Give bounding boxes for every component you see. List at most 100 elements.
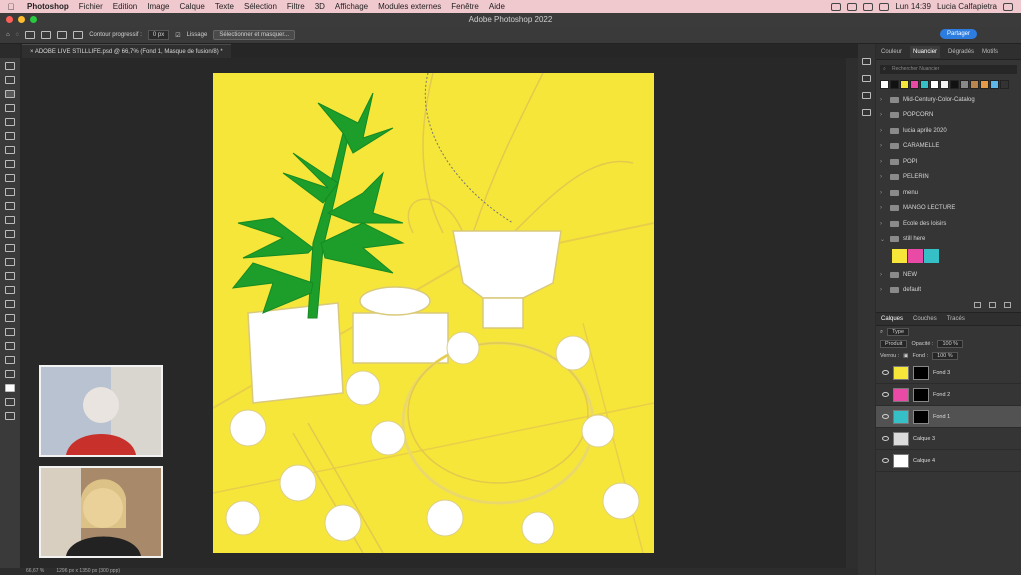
layer-mask-thumbnail[interactable] bbox=[913, 409, 929, 424]
apple-icon[interactable]:  bbox=[0, 2, 22, 12]
swatch-folder[interactable]: › default bbox=[880, 283, 1021, 299]
layer-row[interactable]: Calque 4 bbox=[876, 450, 1021, 472]
eyedropper-tool-icon[interactable] bbox=[5, 146, 15, 154]
history-brush-tool-icon[interactable] bbox=[5, 202, 15, 210]
blend-mode-select[interactable]: Produit bbox=[880, 340, 908, 348]
blur-tool-icon[interactable] bbox=[5, 244, 15, 252]
color-swatch[interactable] bbox=[990, 80, 999, 89]
vertical-scrollbar[interactable] bbox=[846, 58, 858, 568]
color-swatch[interactable] bbox=[908, 249, 923, 263]
layer-filter-select[interactable]: Type bbox=[887, 328, 910, 336]
lasso-tool-icon[interactable]: ◌ bbox=[16, 32, 20, 38]
comments-panel-icon[interactable] bbox=[862, 75, 871, 82]
new-selection-icon[interactable] bbox=[25, 31, 36, 39]
menu-calque[interactable]: Calque bbox=[175, 2, 210, 11]
brush-panel-icon[interactable] bbox=[862, 92, 871, 99]
quick-select-tool-icon[interactable] bbox=[5, 104, 15, 112]
visibility-eye-icon[interactable] bbox=[882, 370, 889, 375]
share-button[interactable]: Partager bbox=[939, 29, 977, 39]
feather-input[interactable]: 0 px bbox=[147, 30, 170, 40]
swatch-folder[interactable]: › menu bbox=[880, 185, 1021, 201]
layer-thumbnail[interactable] bbox=[893, 409, 909, 424]
layer-thumbnail[interactable] bbox=[893, 365, 909, 380]
tab-couches[interactable]: Couches bbox=[913, 316, 937, 322]
tab-nuancier[interactable]: Nuancier bbox=[910, 45, 941, 58]
search-menubar-icon[interactable] bbox=[879, 2, 890, 11]
menu-3d[interactable]: 3D bbox=[310, 2, 330, 11]
layer-row[interactable]: Fond 3 bbox=[876, 362, 1021, 384]
fill-input[interactable]: 100 % bbox=[932, 352, 958, 360]
new-group-icon[interactable] bbox=[974, 302, 981, 308]
adjustments-panel-icon[interactable] bbox=[862, 109, 871, 116]
frame-tool-icon[interactable] bbox=[5, 132, 15, 140]
tab-couleur[interactable]: Couleur bbox=[881, 49, 902, 55]
layer-mask-thumbnail[interactable] bbox=[913, 387, 929, 402]
menu-aide[interactable]: Aide bbox=[484, 2, 510, 11]
swatch-folder[interactable]: › POPCORN bbox=[880, 108, 1021, 124]
brush-tool-icon[interactable] bbox=[5, 174, 15, 182]
home-icon[interactable]: ⌂ bbox=[6, 32, 10, 38]
zoom-level[interactable]: 66,67 % bbox=[26, 568, 44, 575]
color-swatch[interactable] bbox=[892, 249, 907, 263]
opacity-input[interactable]: 100 % bbox=[937, 340, 964, 348]
artwork-canvas[interactable] bbox=[212, 72, 655, 554]
menu-texte[interactable]: Texte bbox=[210, 2, 239, 11]
history-panel-icon[interactable] bbox=[862, 58, 871, 65]
shape-tool-icon[interactable] bbox=[5, 314, 15, 322]
quick-mask-icon[interactable] bbox=[5, 398, 15, 406]
swatch-folder[interactable]: › Ecole des loisirs bbox=[880, 216, 1021, 232]
hand-tool-icon[interactable] bbox=[5, 328, 15, 336]
color-swatch[interactable] bbox=[924, 249, 939, 263]
swatches-search-input[interactable]: ⌕ Rechercher Nuancier bbox=[880, 65, 1017, 74]
swatch-folder[interactable]: › Mid-Century-Color-Catalog bbox=[880, 92, 1021, 108]
menu-fenetre[interactable]: Fenêtre bbox=[446, 2, 484, 11]
document-tab[interactable]: × ADOBE LIVE STILLLIFE.psd @ 66,7% (Fond… bbox=[22, 44, 231, 58]
close-window-button[interactable] bbox=[6, 16, 13, 23]
layer-row[interactable]: Fond 2 bbox=[876, 384, 1021, 406]
crop-tool-icon[interactable] bbox=[5, 118, 15, 126]
minimize-window-button[interactable] bbox=[18, 16, 25, 23]
menubar-clock[interactable]: Lun 14:39 bbox=[895, 2, 931, 11]
layer-thumbnail[interactable] bbox=[893, 387, 909, 402]
menu-filtre[interactable]: Filtre bbox=[282, 2, 310, 11]
tab-degrades[interactable]: Dégradés bbox=[948, 49, 974, 55]
new-swatch-icon[interactable] bbox=[989, 302, 996, 308]
color-swatch[interactable] bbox=[960, 80, 969, 89]
menu-edition[interactable]: Edition bbox=[108, 2, 142, 11]
eraser-tool-icon[interactable] bbox=[5, 216, 15, 224]
more-tools-icon[interactable] bbox=[5, 356, 15, 364]
control-center-icon[interactable] bbox=[1003, 2, 1013, 11]
color-swatch[interactable] bbox=[950, 80, 959, 89]
layer-row[interactable]: Fond 1 bbox=[876, 406, 1021, 428]
tab-motifs[interactable]: Motifs bbox=[982, 49, 998, 55]
visibility-eye-icon[interactable] bbox=[882, 414, 889, 419]
menu-affichage[interactable]: Affichage bbox=[330, 2, 373, 11]
stamp-tool-icon[interactable] bbox=[5, 188, 15, 196]
subtract-selection-icon[interactable] bbox=[57, 31, 68, 39]
color-swatch[interactable] bbox=[930, 80, 939, 89]
visibility-eye-icon[interactable] bbox=[882, 436, 889, 441]
gradient-tool-icon[interactable] bbox=[5, 230, 15, 238]
menu-app-name[interactable]: Photoshop bbox=[22, 2, 74, 11]
color-swatch[interactable] bbox=[970, 80, 979, 89]
color-swatch[interactable] bbox=[1000, 80, 1009, 89]
wifi-icon[interactable] bbox=[863, 2, 874, 11]
delete-swatch-icon[interactable] bbox=[1004, 302, 1011, 308]
menu-image[interactable]: Image bbox=[142, 2, 174, 11]
select-and-mask-button[interactable]: Sélectionner et masquer... bbox=[213, 30, 296, 40]
battery-icon[interactable] bbox=[847, 2, 858, 11]
lock-icon[interactable]: ▣ bbox=[903, 353, 908, 359]
screen-mode-icon[interactable] bbox=[5, 412, 15, 420]
pen-tool-icon[interactable] bbox=[5, 272, 15, 280]
swatch-folder-open[interactable]: ⌄ still here bbox=[880, 232, 1021, 248]
color-swatch[interactable] bbox=[880, 80, 889, 89]
type-tool-icon[interactable] bbox=[5, 286, 15, 294]
dodge-tool-icon[interactable] bbox=[5, 258, 15, 266]
creative-cloud-icon[interactable] bbox=[831, 2, 842, 11]
layer-row[interactable]: Calque 3 bbox=[876, 428, 1021, 450]
menu-fichier[interactable]: Fichier bbox=[74, 2, 108, 11]
swap-colors-icon[interactable] bbox=[5, 370, 15, 378]
layer-mask-thumbnail[interactable] bbox=[913, 365, 929, 380]
color-swatch[interactable] bbox=[910, 80, 919, 89]
color-swatch[interactable] bbox=[890, 80, 899, 89]
